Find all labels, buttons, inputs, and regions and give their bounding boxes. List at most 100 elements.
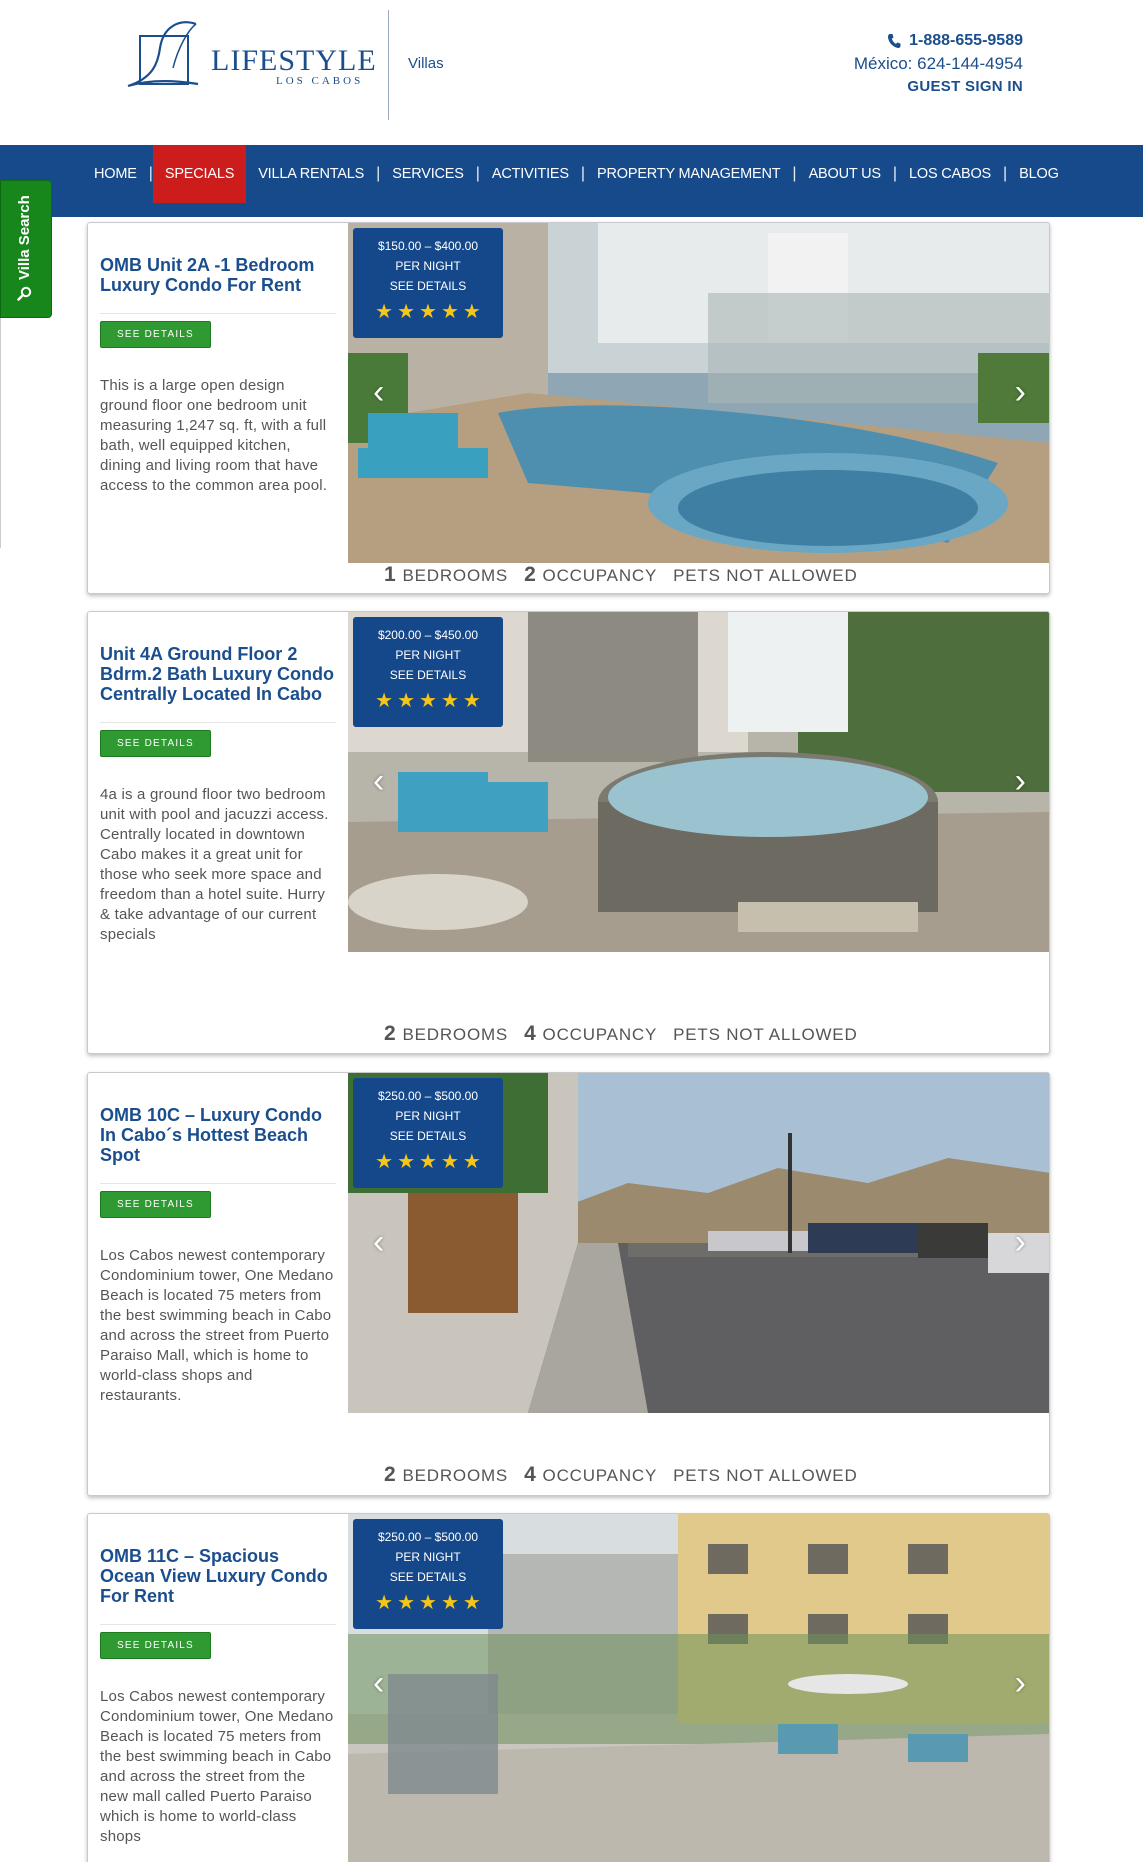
search-icon (17, 286, 32, 301)
bedrooms-count: 2 (384, 1022, 397, 1045)
listing-card: OMB 10C – Luxury Condo In Cabo´s Hottest… (87, 1072, 1050, 1496)
logo-subtext: LOS CABOS (276, 75, 364, 87)
nav-list: HOME | SPECIALS VILLA RENTALS | SERVICES… (0, 145, 1143, 203)
listing-photo[interactable]: $250.00 – $500.00 PER NIGHT SEE DETAILS … (348, 1514, 1049, 1862)
per-night-label: PER NIGHT (395, 1550, 461, 1564)
listing-specs: 1 BEDROOMS 2 OCCUPANCY PETS NOT ALLOWED (384, 563, 858, 587)
listing-photo[interactable]: $200.00 – $450.00 PER NIGHT SEE DETAILS … (348, 612, 1049, 952)
villa-search-label: Villa Search (16, 195, 33, 280)
phone-row[interactable]: 1-888-655-9589 (854, 32, 1023, 50)
see-details-link[interactable]: SEE DETAILS (353, 1126, 503, 1146)
star-rating: ★ ★ ★ ★ ★ (353, 691, 503, 711)
phone-icon (888, 34, 901, 48)
section-label: Villas (408, 55, 444, 72)
nav-separator: | (792, 165, 797, 182)
listing-photo[interactable]: $150.00 – $400.00 PER NIGHT SEE DETAILS … (348, 223, 1049, 563)
carousel-next-arrow-icon[interactable]: › (1015, 762, 1026, 801)
listing-info: OMB Unit 2A -1 Bedroom Luxury Condo For … (88, 223, 348, 496)
site-logo[interactable]: LIFESTYLE LOS CABOS (118, 18, 376, 93)
star-icon: ★ (397, 1592, 416, 1614)
price-badge[interactable]: $250.00 – $500.00 PER NIGHT SEE DETAILS … (353, 1078, 503, 1188)
listing-card: OMB Unit 2A -1 Bedroom Luxury Condo For … (87, 222, 1050, 594)
listing-description: Los Cabos newest contemporary Condominiu… (100, 1247, 334, 1404)
main-nav: HOME | SPECIALS VILLA RENTALS | SERVICES… (0, 145, 1143, 217)
star-icon: ★ (375, 301, 394, 323)
title-divider (100, 313, 336, 314)
nav-item-los-cabos[interactable]: LOS CABOS (897, 145, 1003, 203)
price-badge[interactable]: $200.00 – $450.00 PER NIGHT SEE DETAILS … (353, 617, 503, 727)
listing-card: Unit 4A Ground Floor 2 Bdrm.2 Bath Luxur… (87, 611, 1050, 1054)
listing-info: Unit 4A Ground Floor 2 Bdrm.2 Bath Luxur… (88, 612, 348, 945)
villa-search-tab[interactable]: Villa Search (0, 180, 52, 318)
nav-item-blog[interactable]: BLOG (1007, 145, 1071, 203)
listing-title[interactable]: OMB 11C – Spacious Ocean View Luxury Con… (100, 1546, 336, 1606)
see-details-button[interactable]: SEE DETAILS (100, 1191, 211, 1218)
nav-separator: | (475, 165, 480, 182)
nav-item-property-management[interactable]: PROPERTY MANAGEMENT (585, 145, 792, 203)
bedrooms-spec: 2 BEDROOMS (384, 1022, 508, 1046)
per-night-label: PER NIGHT (395, 259, 461, 273)
star-icon: ★ (397, 1151, 416, 1173)
carousel-prev-arrow-icon[interactable]: ‹ (373, 1223, 384, 1262)
listing-specs: 2 BEDROOMS 4 OCCUPANCY PETS NOT ALLOWED (384, 1022, 858, 1046)
listing-title[interactable]: Unit 4A Ground Floor 2 Bdrm.2 Bath Luxur… (100, 644, 336, 704)
carousel-prev-arrow-icon[interactable]: ‹ (373, 762, 384, 801)
star-icon: ★ (397, 690, 416, 712)
guest-sign-in-link[interactable]: GUEST SIGN IN (854, 78, 1023, 95)
star-icon: ★ (375, 690, 394, 712)
see-details-link[interactable]: SEE DETAILS (353, 276, 503, 296)
nav-item-services[interactable]: SERVICES (380, 145, 475, 203)
occupancy-label: OCCUPANCY (542, 566, 658, 585)
phone-number[interactable]: 1-888-655-9589 (909, 32, 1023, 50)
listing-info: OMB 10C – Luxury Condo In Cabo´s Hottest… (88, 1073, 348, 1406)
pets-policy: PETS NOT ALLOWED (673, 566, 858, 585)
nav-item-specials[interactable]: SPECIALS (152, 145, 247, 203)
price-badge[interactable]: $150.00 – $400.00 PER NIGHT SEE DETAILS … (353, 228, 503, 338)
occupancy-count: 4 (524, 1463, 537, 1486)
logo-text: LIFESTYLE (211, 44, 377, 77)
site-header: LIFESTYLE LOS CABOS Villas 1-888-655-958… (0, 0, 1143, 145)
see-details-button[interactable]: SEE DETAILS (100, 1632, 211, 1659)
title-divider (100, 1624, 336, 1625)
see-details-button[interactable]: SEE DETAILS (100, 730, 211, 757)
star-icon: ★ (462, 1592, 481, 1614)
bedrooms-count: 2 (384, 1463, 397, 1486)
nav-item-villa-rentals[interactable]: VILLA RENTALS (246, 145, 376, 203)
carousel-next-arrow-icon[interactable]: › (1015, 1664, 1026, 1703)
nav-item-about-us[interactable]: ABOUT US (797, 145, 893, 203)
bedrooms-label: BEDROOMS (402, 566, 509, 585)
listing-specs: 2 BEDROOMS 4 OCCUPANCY PETS NOT ALLOWED (384, 1463, 858, 1487)
carousel-next-arrow-icon[interactable]: › (1015, 1223, 1026, 1262)
listing-card: OMB 11C – Spacious Ocean View Luxury Con… (87, 1513, 1050, 1862)
see-details-link[interactable]: SEE DETAILS (353, 665, 503, 685)
title-divider (100, 722, 336, 723)
star-rating: ★ ★ ★ ★ ★ (353, 1593, 503, 1613)
carousel-next-arrow-icon[interactable]: › (1015, 373, 1026, 412)
carousel-prev-arrow-icon[interactable]: ‹ (373, 373, 384, 412)
listing-title[interactable]: OMB Unit 2A -1 Bedroom Luxury Condo For … (100, 255, 336, 295)
nav-separator: | (892, 165, 897, 182)
carousel-prev-arrow-icon[interactable]: ‹ (373, 1664, 384, 1703)
listing-photo[interactable]: $250.00 – $500.00 PER NIGHT SEE DETAILS … (348, 1073, 1049, 1413)
nav-item-activities[interactable]: ACTIVITIES (480, 145, 581, 203)
logo-mark-icon (127, 21, 199, 88)
nav-separator: | (376, 165, 381, 182)
per-night-label: PER NIGHT (395, 648, 461, 662)
occupancy-spec: 2 OCCUPANCY (524, 563, 657, 587)
listing-info: OMB 11C – Spacious Ocean View Luxury Con… (88, 1514, 348, 1847)
nav-item-home[interactable]: HOME (82, 145, 149, 203)
tab-guide-line (0, 318, 1, 548)
listing-title[interactable]: OMB 10C – Luxury Condo In Cabo´s Hottest… (100, 1105, 336, 1165)
star-icon: ★ (419, 690, 437, 712)
bedrooms-spec: 2 BEDROOMS (384, 1463, 508, 1487)
price-range: $150.00 – $400.00 (377, 239, 479, 253)
contact-info: 1-888-655-9589 México: 624-144-4954 GUES… (854, 32, 1023, 95)
pets-policy: PETS NOT ALLOWED (673, 1025, 858, 1044)
see-details-link[interactable]: SEE DETAILS (353, 1567, 503, 1587)
price-range: $200.00 – $450.00 (377, 628, 479, 642)
mexico-phone[interactable]: México: 624-144-4954 (854, 54, 1023, 74)
price-badge[interactable]: $250.00 – $500.00 PER NIGHT SEE DETAILS … (353, 1519, 503, 1629)
star-icon: ★ (462, 301, 481, 323)
pets-policy: PETS NOT ALLOWED (673, 1466, 858, 1485)
see-details-button[interactable]: SEE DETAILS (100, 321, 211, 348)
